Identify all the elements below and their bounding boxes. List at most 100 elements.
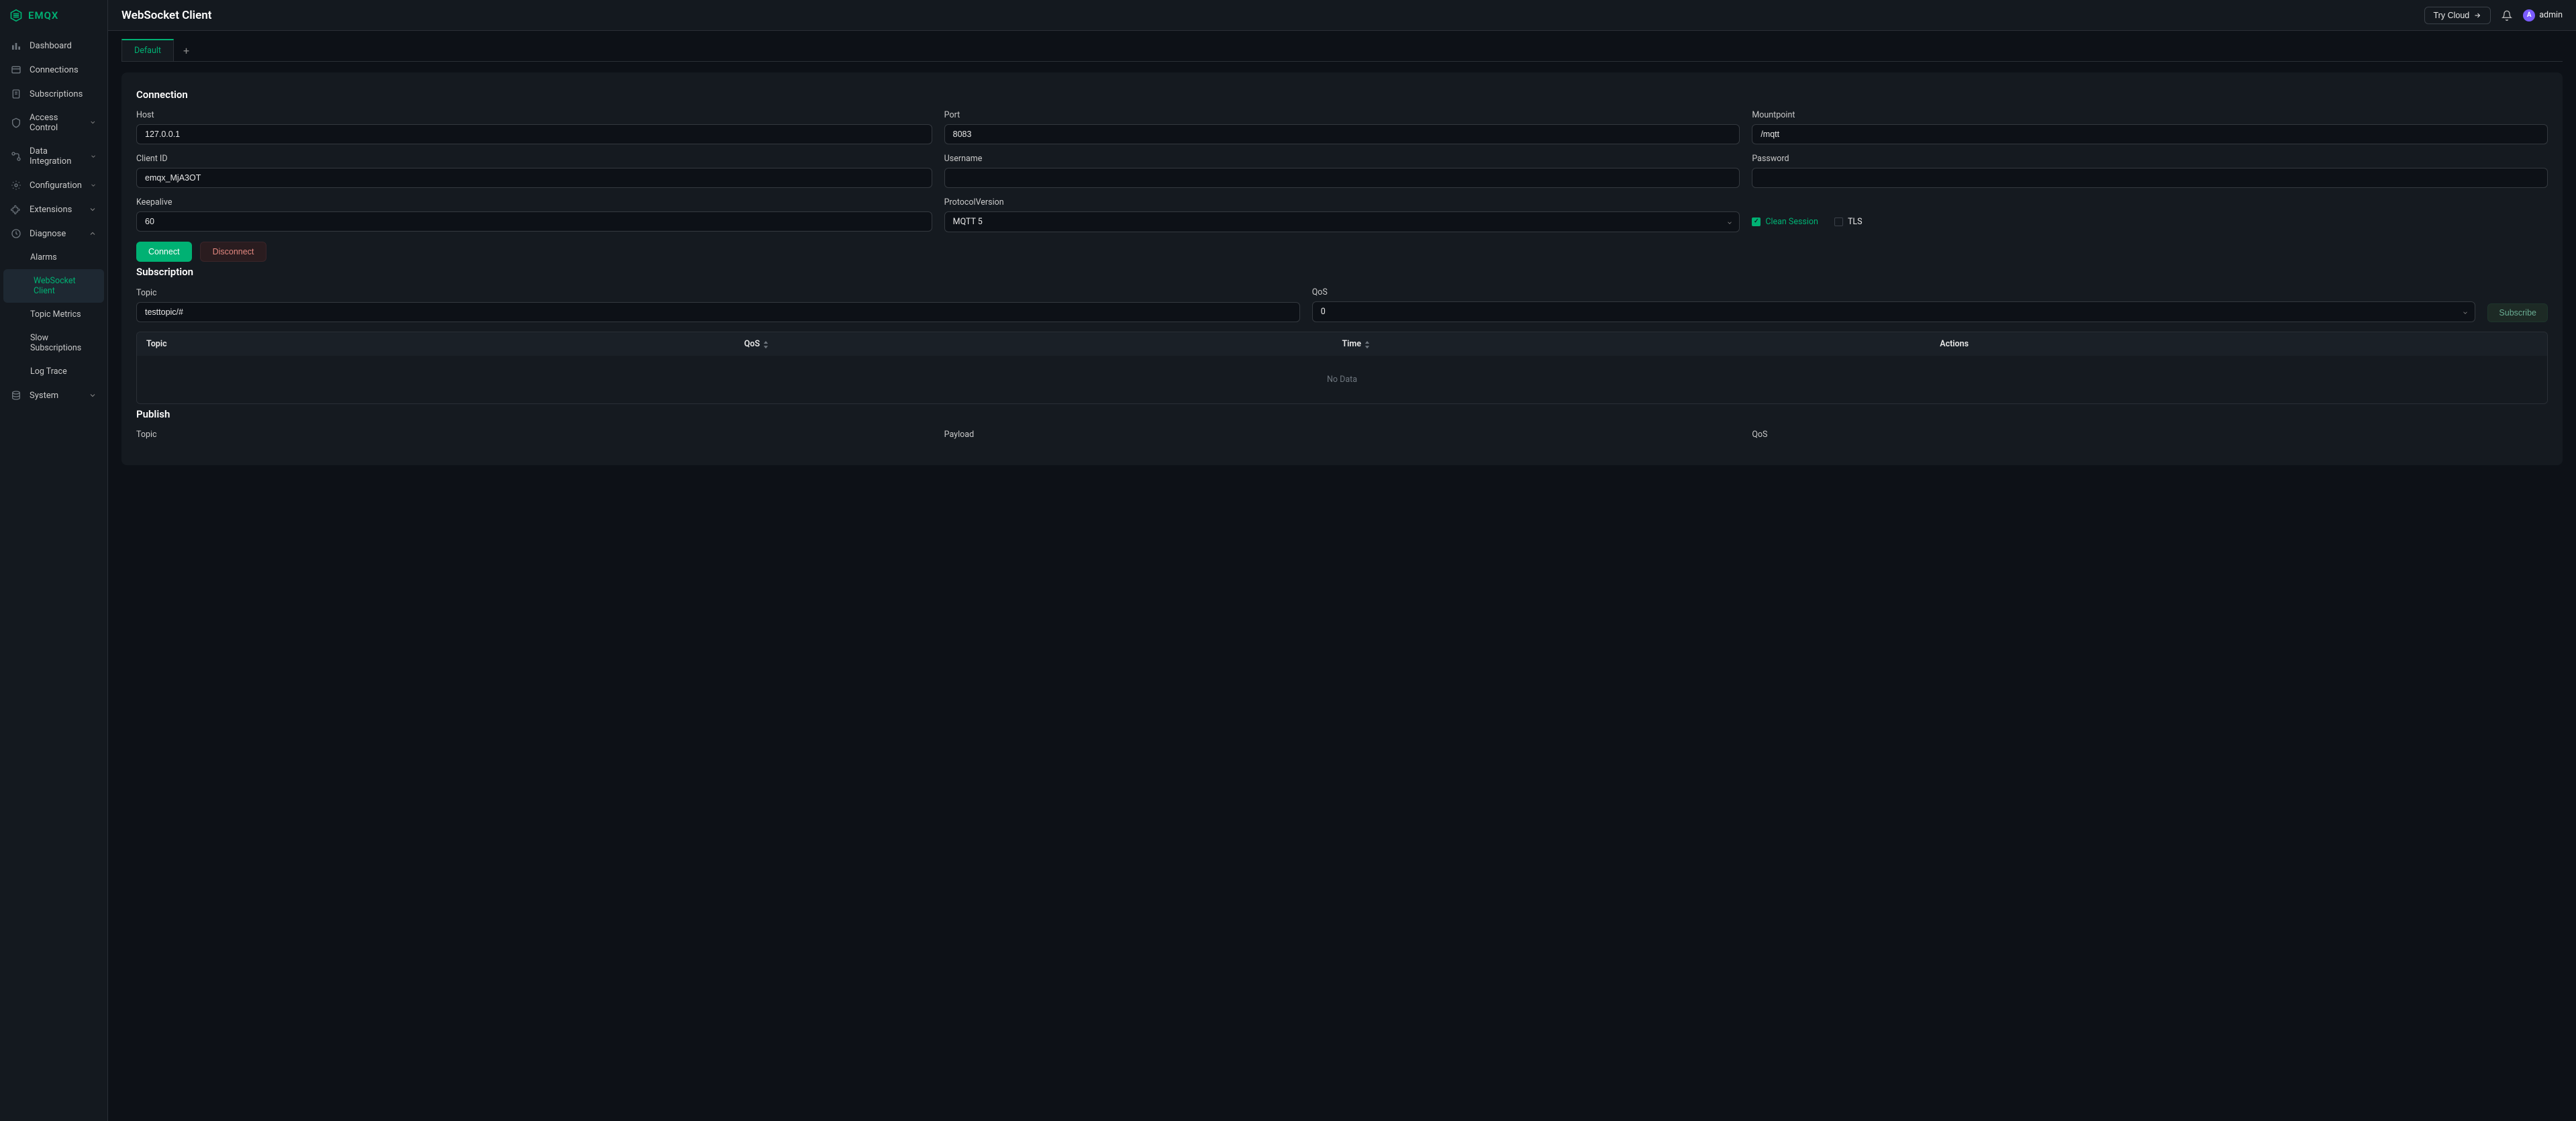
- tls-label: TLS: [1848, 217, 1863, 227]
- try-cloud-label: Try Cloud: [2434, 11, 2470, 20]
- connect-button[interactable]: Connect: [136, 242, 192, 262]
- notifications-icon[interactable]: [2501, 10, 2512, 21]
- nav-label: Slow Subscriptions: [30, 333, 97, 353]
- sidebar-item-data-integration[interactable]: Data Integration: [0, 140, 107, 173]
- checkbox-checked-icon: [1752, 217, 1761, 226]
- connection-section-title: Connection: [136, 89, 2548, 101]
- chevron-down-icon: [90, 181, 97, 189]
- tls-checkbox[interactable]: TLS: [1834, 217, 1863, 227]
- checkbox-unchecked-icon: [1834, 217, 1843, 226]
- disconnect-button[interactable]: Disconnect: [200, 242, 267, 262]
- integration-icon: [11, 151, 21, 162]
- sort-icon: [763, 341, 769, 348]
- keepalive-input[interactable]: [136, 211, 932, 232]
- pub-qos-label: QoS: [1752, 430, 2548, 440]
- nav-label: WebSocket Client: [34, 276, 93, 296]
- sidebar-item-diagnose[interactable]: Diagnose: [0, 222, 107, 246]
- diagnose-icon: [11, 228, 21, 239]
- nav-label: Dashboard: [30, 41, 72, 51]
- user-name-label: admin: [2539, 10, 2563, 20]
- clean-session-checkbox[interactable]: Clean Session: [1752, 217, 1818, 227]
- arrow-right-icon: [2473, 11, 2481, 19]
- pub-payload-label: Payload: [944, 430, 1740, 440]
- brand-text: EMQX: [28, 9, 58, 21]
- sub-qos-label: QoS: [1312, 287, 2476, 297]
- table-empty: No Data: [137, 356, 2547, 403]
- port-input[interactable]: [944, 124, 1740, 144]
- try-cloud-button[interactable]: Try Cloud: [2424, 7, 2491, 24]
- username-input[interactable]: [944, 168, 1740, 188]
- sidebar-item-subscriptions[interactable]: Subscriptions: [0, 82, 107, 106]
- page-title: WebSocket Client: [121, 9, 211, 22]
- mountpoint-label: Mountpoint: [1752, 110, 2548, 120]
- sidebar-item-configuration[interactable]: Configuration: [0, 173, 107, 197]
- nav-label: Connections: [30, 65, 79, 75]
- tab-default[interactable]: Default: [121, 39, 174, 61]
- sidebar: EMQX Dashboard Connections Subscriptions…: [0, 0, 108, 1121]
- table-header: Topic QoS Time Actions: [137, 332, 2547, 356]
- username-label: Username: [944, 154, 1740, 164]
- plus-icon: +: [183, 44, 189, 57]
- mountpoint-input[interactable]: [1752, 124, 2548, 144]
- th-time[interactable]: Time: [1342, 339, 1940, 349]
- password-label: Password: [1752, 154, 2548, 164]
- sub-topic-label: Topic: [136, 288, 1300, 298]
- th-qos[interactable]: QoS: [744, 339, 1342, 349]
- sidebar-item-alarms[interactable]: Alarms: [0, 246, 107, 269]
- th-actions: Actions: [1940, 339, 2538, 349]
- subscribe-button[interactable]: Subscribe: [2487, 303, 2548, 322]
- chevron-down-icon: [89, 119, 97, 127]
- nav-label: Diagnose: [30, 229, 66, 239]
- tabs: Default +: [121, 39, 2563, 62]
- emqx-logo-icon: [9, 9, 23, 22]
- password-input[interactable]: [1752, 168, 2548, 188]
- host-input[interactable]: [136, 124, 932, 144]
- gear-icon: [11, 180, 21, 191]
- sidebar-item-extensions[interactable]: Extensions: [0, 197, 107, 222]
- clientid-input[interactable]: [136, 168, 932, 188]
- clean-session-label: Clean Session: [1765, 217, 1818, 227]
- sidebar-item-websocket-client[interactable]: WebSocket Client: [3, 269, 104, 303]
- sort-icon: [1365, 341, 1370, 348]
- nav-label: Alarms: [30, 252, 57, 262]
- subscriptions-icon: [11, 89, 21, 99]
- connections-icon: [11, 64, 21, 75]
- clientid-label: Client ID: [136, 154, 932, 164]
- subscription-section-title: Subscription: [136, 266, 2548, 278]
- logo[interactable]: EMQX: [0, 0, 107, 31]
- shield-icon: [11, 117, 21, 128]
- nav-label: System: [30, 391, 58, 401]
- th-topic[interactable]: Topic: [146, 339, 744, 349]
- nav-label: Subscriptions: [30, 89, 83, 99]
- nav-label: Extensions: [30, 205, 72, 215]
- host-label: Host: [136, 110, 932, 120]
- system-icon: [11, 390, 21, 401]
- nav-label: Data Integration: [30, 146, 82, 166]
- sidebar-item-system[interactable]: System: [0, 383, 107, 407]
- puzzle-icon: [11, 204, 21, 215]
- nav: Dashboard Connections Subscriptions Acce…: [0, 31, 107, 407]
- sidebar-item-slow-subscriptions[interactable]: Slow Subscriptions: [0, 326, 107, 360]
- sidebar-item-access-control[interactable]: Access Control: [0, 106, 107, 140]
- protocol-label: ProtocolVersion: [944, 197, 1740, 207]
- nav-label: Configuration: [30, 181, 82, 191]
- sub-qos-select[interactable]: 0: [1312, 301, 2476, 322]
- sidebar-item-log-trace[interactable]: Log Trace: [0, 360, 107, 383]
- sidebar-item-dashboard[interactable]: Dashboard: [0, 34, 107, 58]
- sidebar-item-connections[interactable]: Connections: [0, 58, 107, 82]
- nav-label: Access Control: [30, 113, 81, 133]
- sub-topic-input[interactable]: [136, 302, 1300, 322]
- protocol-select[interactable]: MQTT 5: [944, 211, 1740, 232]
- nav-label: Topic Metrics: [30, 309, 81, 320]
- avatar: A: [2523, 9, 2535, 21]
- pub-topic-label: Topic: [136, 430, 932, 440]
- chevron-down-icon: [89, 391, 97, 399]
- port-label: Port: [944, 110, 1740, 120]
- dashboard-icon: [11, 40, 21, 51]
- sidebar-item-topic-metrics[interactable]: Topic Metrics: [0, 303, 107, 326]
- user-menu[interactable]: A admin: [2523, 9, 2563, 21]
- chevron-up-icon: [89, 230, 97, 238]
- add-tab-button[interactable]: +: [174, 39, 199, 61]
- subscription-table: Topic QoS Time Actions: [136, 332, 2548, 404]
- publish-section-title: Publish: [136, 408, 2548, 420]
